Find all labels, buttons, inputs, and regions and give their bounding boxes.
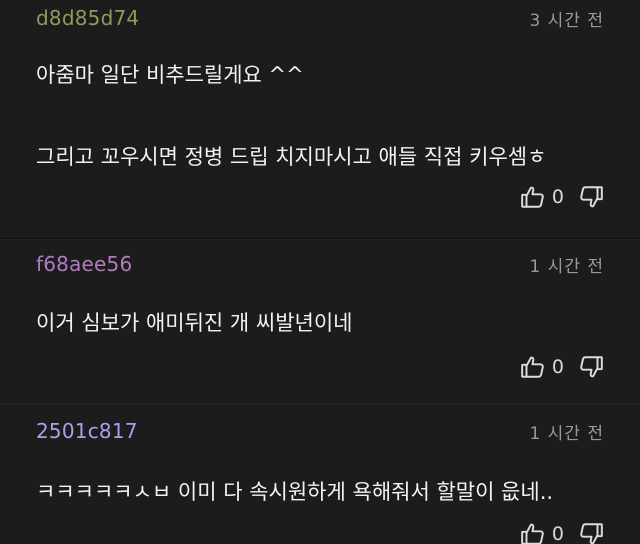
dislike-button[interactable] — [578, 354, 604, 380]
comment-time: 1 시간 전 — [529, 423, 604, 444]
like-count: 0 — [551, 523, 564, 544]
comment-header: d8d85d74 3 시간 전 — [36, 4, 604, 32]
like-button[interactable]: 0 — [520, 184, 564, 210]
vote-bar: 0 — [520, 184, 604, 210]
comment-item: 2501c817 1 시간 전 ㅋㅋㅋㅋㅋㅅㅂ 이미 다 속시원하게 욕해줘서 … — [0, 404, 640, 544]
comment-header: 2501c817 1 시간 전 — [36, 417, 604, 445]
thumbs-down-icon — [578, 184, 604, 210]
comment-text-line: 아줌마 일단 비추드릴게요 ^^ — [36, 63, 304, 87]
comment-time: 1 시간 전 — [529, 256, 604, 277]
comment-item: d8d85d74 3 시간 전 아줌마 일단 비추드릴게요 ^^ 그리고 꼬우시… — [0, 0, 640, 238]
like-button[interactable]: 0 — [520, 521, 564, 544]
comment-author[interactable]: d8d85d74 — [36, 6, 139, 30]
comment-item: f68aee56 1 시간 전 이거 심보가 애미뒤진 개 씨발년이네 0 — [0, 239, 640, 404]
vote-bar: 0 — [520, 521, 604, 544]
dislike-button[interactable] — [578, 184, 604, 210]
like-count: 0 — [551, 356, 564, 378]
thumbs-up-icon — [520, 521, 546, 544]
comment-feed: d8d85d74 3 시간 전 아줌마 일단 비추드릴게요 ^^ 그리고 꼬우시… — [0, 0, 640, 544]
like-count: 0 — [551, 186, 564, 208]
like-button[interactable]: 0 — [520, 354, 564, 380]
comment-author[interactable]: f68aee56 — [36, 252, 132, 276]
thumbs-up-icon — [520, 184, 546, 210]
thumbs-down-icon — [578, 521, 604, 544]
comment-text-line: ㅋㅋㅋㅋㅋㅅㅂ 이미 다 속시원하게 욕해줘서 할말이 읎네.. — [36, 480, 554, 504]
dislike-button[interactable] — [578, 521, 604, 544]
thumbs-up-icon — [520, 354, 546, 380]
comment-author[interactable]: 2501c817 — [36, 419, 138, 443]
comment-time: 3 시간 전 — [529, 10, 604, 31]
comment-header: f68aee56 1 시간 전 — [36, 250, 604, 278]
comment-text-line: 그리고 꼬우시면 정병 드립 치지마시고 애들 직접 키우셈ㅎ — [36, 145, 547, 169]
vote-bar: 0 — [520, 354, 604, 380]
comment-text-line: 이거 심보가 애미뒤진 개 씨발년이네 — [36, 311, 353, 335]
thumbs-down-icon — [578, 354, 604, 380]
